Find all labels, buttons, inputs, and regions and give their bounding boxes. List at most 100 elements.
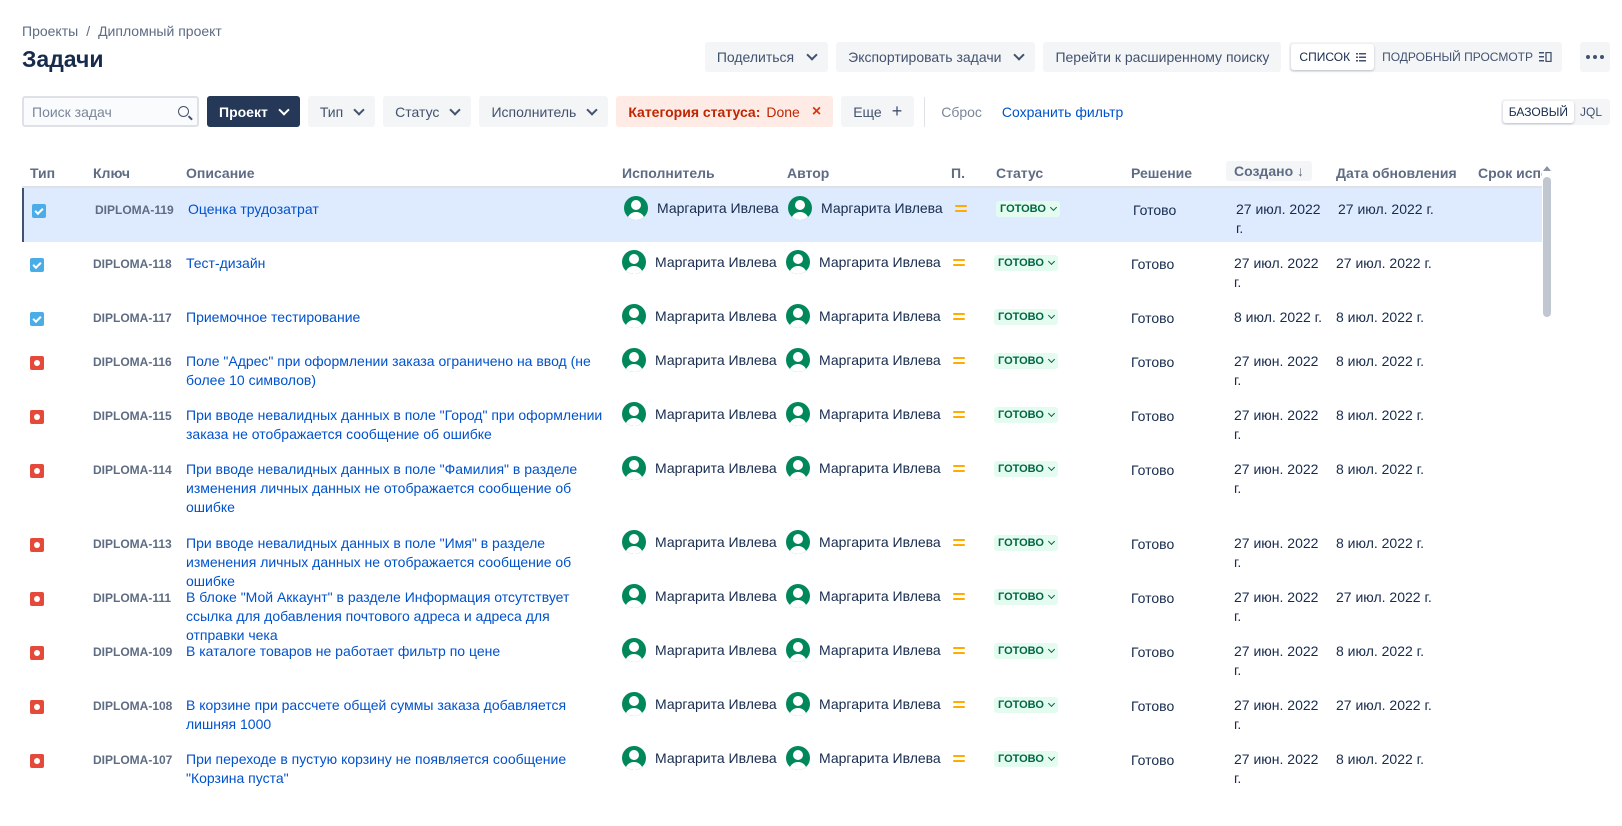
col-updated[interactable]: Дата обновления	[1336, 165, 1457, 181]
more-filters-button[interactable]: Еще +	[841, 96, 915, 127]
status-lozenge[interactable]: ГОТОВО	[994, 255, 1058, 271]
assignee-cell[interactable]: Маргарита Ивлева	[622, 456, 777, 480]
type-filter-button[interactable]: Тип	[307, 96, 376, 127]
col-reporter[interactable]: Автор	[787, 165, 829, 181]
reporter-cell[interactable]: Маргарита Ивлева	[786, 530, 941, 554]
status-lozenge[interactable]: ГОТОВО	[994, 589, 1058, 605]
assignee-cell[interactable]: Маргарита Ивлева	[622, 348, 777, 372]
assignee-cell[interactable]: Маргарита Ивлева	[622, 584, 777, 608]
issue-summary-link[interactable]: При вводе невалидных данных в поле "Фами…	[186, 460, 606, 517]
status-lozenge[interactable]: ГОТОВО	[994, 407, 1058, 423]
col-priority[interactable]: П.	[951, 165, 965, 181]
reporter-cell[interactable]: Маргарита Ивлева	[786, 638, 941, 662]
mode-jql-option[interactable]: JQL	[1574, 101, 1608, 123]
issue-key[interactable]: DIPLOMA-118	[93, 257, 172, 271]
scroll-thumb[interactable]	[1543, 177, 1551, 317]
sort-desc-icon: ↓	[1297, 163, 1305, 179]
assignee-cell[interactable]: Маргарита Ивлева	[622, 746, 777, 770]
table-row[interactable]: DIPLOMA-113 При вводе невалидных данных в…	[22, 522, 1542, 589]
col-key[interactable]: Ключ	[93, 165, 130, 181]
mode-basic-option[interactable]: БАЗОВЫЙ	[1502, 101, 1574, 123]
status-filter-button[interactable]: Статус	[383, 96, 472, 127]
table-row[interactable]: DIPLOMA-114 При вводе невалидных данных в…	[22, 448, 1542, 522]
more-options-button[interactable]	[1580, 42, 1610, 72]
breadcrumb-project-link[interactable]: Дипломный проект	[98, 23, 222, 39]
table-row[interactable]: DIPLOMA-109 В каталоге товаров не работае…	[22, 630, 1542, 684]
save-filter-link[interactable]: Сохранить фильтр	[996, 104, 1129, 120]
reporter-cell[interactable]: Маргарита Ивлева	[786, 402, 941, 426]
issue-key[interactable]: DIPLOMA-117	[93, 311, 172, 325]
assignee-cell[interactable]: Маргарита Ивлева	[622, 692, 777, 716]
col-created[interactable]: Создано ↓	[1226, 161, 1313, 181]
reporter-cell[interactable]: Маргарита Ивлева	[786, 746, 941, 770]
breadcrumb-projects-link[interactable]: Проекты	[22, 23, 78, 39]
col-assignee[interactable]: Исполнитель	[622, 165, 715, 181]
col-type[interactable]: Тип	[30, 165, 55, 181]
advanced-search-button[interactable]: Перейти к расширенному поиску	[1043, 42, 1282, 72]
assignee-cell[interactable]: Маргарита Ивлева	[622, 304, 777, 328]
table-row[interactable]: DIPLOMA-115 При вводе невалидных данных в…	[22, 394, 1542, 448]
status-lozenge[interactable]: ГОТОВО	[994, 697, 1058, 713]
project-filter-button[interactable]: Проект	[207, 96, 300, 127]
issue-key[interactable]: DIPLOMA-113	[93, 537, 172, 551]
assignee-filter-button[interactable]: Исполнитель	[479, 96, 609, 127]
issue-key[interactable]: DIPLOMA-111	[93, 591, 171, 605]
table-row[interactable]: DIPLOMA-118 Тест-дизайн Маргарита Ивлева Ма…	[22, 242, 1542, 296]
col-status[interactable]: Статус	[996, 165, 1043, 181]
status-lozenge[interactable]: ГОТОВО	[994, 353, 1058, 369]
status-lozenge[interactable]: ГОТОВО	[994, 751, 1058, 767]
table-row[interactable]: DIPLOMA-108 В корзине при рассчете общей …	[22, 684, 1542, 738]
table-row[interactable]: DIPLOMA-111 В блоке "Мой Аккаунт" в разде…	[22, 576, 1542, 643]
status-lozenge[interactable]: ГОТОВО	[996, 201, 1060, 217]
reporter-cell[interactable]: Маргарита Ивлева	[786, 456, 941, 480]
issue-key[interactable]: DIPLOMA-114	[93, 463, 172, 477]
avatar	[622, 584, 646, 608]
assignee-cell[interactable]: Маргарита Ивлева	[622, 250, 777, 274]
reporter-cell[interactable]: Маргарита Ивлева	[788, 196, 943, 220]
issue-key[interactable]: DIPLOMA-116	[93, 355, 172, 369]
share-button[interactable]: Поделиться	[704, 42, 829, 72]
issue-key[interactable]: DIPLOMA-107	[93, 753, 172, 767]
status-lozenge[interactable]: ГОТОВО	[994, 535, 1058, 551]
export-button[interactable]: Экспортировать задачи	[836, 42, 1036, 72]
view-detail-option[interactable]: ПОДРОБНЫЙ ПРОСМОТР	[1374, 44, 1560, 70]
issue-key[interactable]: DIPLOMA-119	[95, 203, 174, 217]
issue-summary-link[interactable]: Оценка трудозатрат	[188, 200, 608, 219]
reporter-cell[interactable]: Маргарита Ивлева	[786, 250, 941, 274]
scroll-up-icon[interactable]	[1543, 166, 1551, 171]
search-input[interactable]: Поиск задач	[22, 96, 199, 127]
col-due[interactable]: Срок испо	[1478, 165, 1542, 181]
table-row[interactable]: DIPLOMA-116 Поле "Адрес" при оформлении з…	[22, 340, 1542, 394]
status-category-filter[interactable]: Категория статуса: Done ×	[616, 96, 834, 127]
vertical-scrollbar[interactable]	[1540, 162, 1554, 826]
issue-summary-link[interactable]: Поле "Адрес" при оформлении заказа огран…	[186, 352, 606, 390]
assignee-cell[interactable]: Маргарита Ивлева	[622, 402, 777, 426]
issue-summary-link[interactable]: При переходе в пустую корзину не появляе…	[186, 750, 606, 788]
col-summary[interactable]: Описание	[186, 165, 255, 181]
issue-key[interactable]: DIPLOMA-115	[93, 409, 172, 423]
reporter-cell[interactable]: Маргарита Ивлева	[786, 304, 941, 328]
issue-key[interactable]: DIPLOMA-108	[93, 699, 172, 713]
view-list-option[interactable]: СПИСОК	[1291, 44, 1375, 70]
assignee-cell[interactable]: Маргарита Ивлева	[624, 196, 779, 220]
reset-filter-link[interactable]: Сброс	[935, 104, 988, 120]
col-resolution[interactable]: Решение	[1131, 165, 1192, 181]
close-icon[interactable]: ×	[812, 103, 821, 121]
issue-key[interactable]: DIPLOMA-109	[93, 645, 172, 659]
reporter-cell[interactable]: Маргарита Ивлева	[786, 692, 941, 716]
status-lozenge[interactable]: ГОТОВО	[994, 643, 1058, 659]
status-lozenge[interactable]: ГОТОВО	[994, 309, 1058, 325]
status-lozenge[interactable]: ГОТОВО	[994, 461, 1058, 477]
table-row[interactable]: DIPLOMA-117 Приемочное тестирование Маргар…	[22, 296, 1542, 340]
table-row[interactable]: DIPLOMA-119 Оценка трудозатрат Маргарита И…	[22, 188, 1542, 242]
issue-summary-link[interactable]: В корзине при рассчете общей суммы заказ…	[186, 696, 606, 734]
assignee-cell[interactable]: Маргарита Ивлева	[622, 638, 777, 662]
issue-summary-link[interactable]: В каталоге товаров не работает фильтр по…	[186, 642, 606, 661]
reporter-cell[interactable]: Маргарита Ивлева	[786, 584, 941, 608]
issue-summary-link[interactable]: Тест-дизайн	[186, 254, 606, 273]
issue-summary-link[interactable]: Приемочное тестирование	[186, 308, 606, 327]
reporter-cell[interactable]: Маргарита Ивлева	[786, 348, 941, 372]
assignee-cell[interactable]: Маргарита Ивлева	[622, 530, 777, 554]
issue-summary-link[interactable]: При вводе невалидных данных в поле "Горо…	[186, 406, 606, 444]
table-row[interactable]: DIPLOMA-107 При переходе в пустую корзину…	[22, 738, 1542, 792]
